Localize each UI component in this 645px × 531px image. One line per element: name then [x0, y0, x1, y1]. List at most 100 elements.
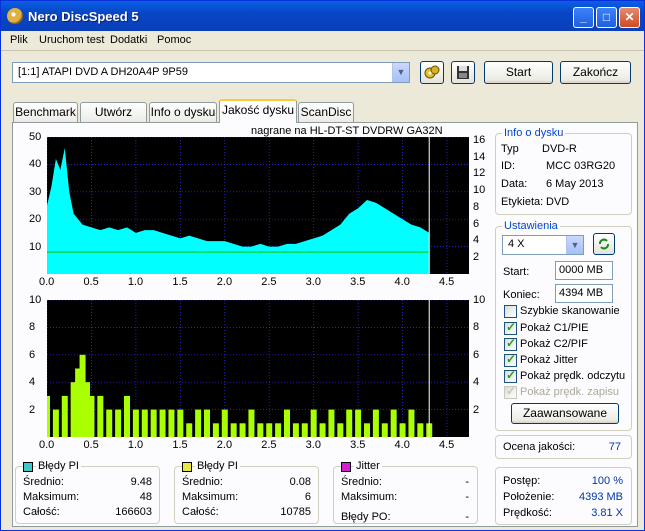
y-tick-left: 30	[29, 185, 42, 198]
checkbox-1[interactable]	[504, 320, 517, 335]
pif-bar	[47, 395, 50, 437]
progress-label: Postęp:	[503, 475, 541, 487]
y-tick-left: 8	[29, 321, 36, 334]
title-bar[interactable]: Nero DiscSpeed 5 _ □ ✕	[1, 1, 644, 31]
disc-label-value: DVD	[546, 196, 570, 208]
y-tick-right: 2	[473, 403, 480, 416]
po-errors-value: -	[465, 511, 469, 523]
disc-gears-icon	[424, 65, 440, 79]
jitter-stats-title: Jitter	[354, 460, 382, 472]
speed-label: Prędkość:	[503, 507, 552, 519]
x-tick: 1.0	[127, 276, 144, 288]
pif-bar	[177, 409, 184, 437]
refresh-speed-button[interactable]	[593, 233, 615, 255]
checkbox-4[interactable]	[504, 368, 517, 383]
pif-bar	[328, 409, 335, 437]
start-label: Start:	[503, 266, 530, 278]
maximize-button[interactable]: □	[596, 7, 617, 28]
x-tick: 4.0	[394, 276, 410, 288]
y-tick-right: 4	[473, 234, 480, 247]
pif-bar	[186, 423, 193, 437]
pi-stats-title: Błędy PI	[36, 460, 81, 472]
end-button[interactable]: Zakończ	[560, 61, 631, 84]
pif-bar	[221, 409, 228, 437]
close-button[interactable]: ✕	[619, 7, 640, 28]
end-input[interactable]: 4394 MB	[555, 284, 613, 303]
tab-disc-info[interactable]: Info o dysku	[149, 102, 217, 122]
pif-total-label: Całość:	[182, 506, 219, 518]
y-tick-left: 6	[29, 348, 36, 361]
quality-label: Ocena jakości:	[503, 441, 576, 453]
pif-bar	[399, 423, 406, 437]
checkbox-3[interactable]	[504, 352, 517, 367]
x-tick: 0.5	[83, 439, 99, 451]
pif-bar	[266, 423, 273, 437]
drive-info-button[interactable]	[420, 61, 444, 84]
pif-bar	[150, 409, 157, 437]
pif-max-value: 6	[304, 491, 311, 503]
menu-plik[interactable]: Plik	[10, 34, 28, 46]
start-input[interactable]: 0000 MB	[555, 261, 613, 280]
tab-scandisc[interactable]: ScanDisc	[298, 102, 354, 122]
y-tick-right: 8	[473, 200, 480, 213]
checkbox-label-4: Pokaż prędk. odczytu	[520, 370, 626, 382]
jitter-avg-value: -	[465, 476, 469, 488]
start-button[interactable]: Start	[484, 61, 553, 84]
x-tick: 1.5	[172, 439, 188, 451]
x-tick: 3.0	[305, 276, 321, 288]
speed-select-value: 4 X	[508, 238, 525, 250]
advanced-button[interactable]: Zaawansowane	[511, 403, 619, 424]
minimize-button[interactable]: _	[573, 7, 594, 28]
drive-select-value: [1:1] ATAPI DVD A DH20A4P 9P59	[18, 66, 188, 78]
x-tick: 4.5	[439, 439, 455, 451]
pif-max-label: Maksimum:	[182, 491, 239, 503]
pif-bar	[141, 409, 148, 437]
position-label: Położenie:	[503, 491, 555, 503]
drive-select[interactable]: [1:1] ATAPI DVD A DH20A4P 9P59 ▼	[12, 62, 410, 83]
tab-benchmark[interactable]: Benchmark	[13, 102, 78, 122]
y-tick-left: 10	[29, 240, 42, 253]
pif-avg-value: 0.08	[289, 476, 311, 488]
pif-bar	[381, 423, 388, 437]
pif-bar	[204, 409, 210, 437]
floppy-save-icon	[457, 66, 469, 79]
chevron-down-icon[interactable]: ▼	[566, 236, 583, 254]
save-button[interactable]	[451, 61, 475, 84]
quality-value: 77	[608, 441, 621, 453]
pi-max-label: Maksimum:	[23, 491, 80, 503]
x-tick: 0.0	[39, 439, 55, 451]
checkbox-2[interactable]	[504, 336, 517, 351]
x-tick: 3.5	[350, 439, 366, 451]
pi-total-label: Całość:	[23, 506, 60, 518]
y-tick-right: 10	[473, 294, 486, 306]
y-tick-left: 10	[29, 294, 42, 306]
pi-total-value: 166603	[115, 506, 152, 518]
pif-bar	[390, 409, 397, 437]
tab-disc-quality[interactable]: Jakość dysku	[219, 99, 297, 123]
menu-uruchom-test[interactable]: Uruchom test	[39, 34, 104, 46]
chevron-down-icon[interactable]: ▼	[392, 63, 409, 82]
disc-type-value: DVD-R	[542, 143, 577, 155]
tab-create-disc[interactable]: Utwórz dysk	[80, 102, 147, 137]
pif-bar	[159, 409, 166, 437]
menu-bar: Plik Uruchom test Dodatki Pomoc	[1, 31, 644, 51]
x-tick: 1.0	[127, 439, 144, 451]
progress-value: 100 %	[591, 475, 623, 487]
x-tick: 2.5	[261, 439, 277, 451]
checkbox-0[interactable]	[504, 305, 517, 318]
menu-pomoc[interactable]: Pomoc	[157, 34, 191, 46]
x-tick: 3.5	[350, 276, 366, 288]
pi-max-value: 48	[139, 491, 152, 503]
pif-bar	[284, 409, 290, 437]
jitter-max-label: Maksimum:	[341, 491, 398, 503]
pif-bar	[230, 423, 237, 437]
pif-bar	[97, 395, 104, 437]
speed-select[interactable]: 4 X ▼	[502, 235, 584, 255]
pif-bar	[106, 409, 113, 437]
checkbox-label-5: Pokaż prędk. zapisu	[520, 386, 620, 398]
x-tick: 4.0	[394, 439, 410, 451]
y-tick-left: 2	[29, 403, 36, 416]
menu-dodatki[interactable]: Dodatki	[110, 34, 147, 46]
disc-date-value: 6 May 2013	[546, 178, 604, 190]
pif-bar	[301, 423, 308, 437]
